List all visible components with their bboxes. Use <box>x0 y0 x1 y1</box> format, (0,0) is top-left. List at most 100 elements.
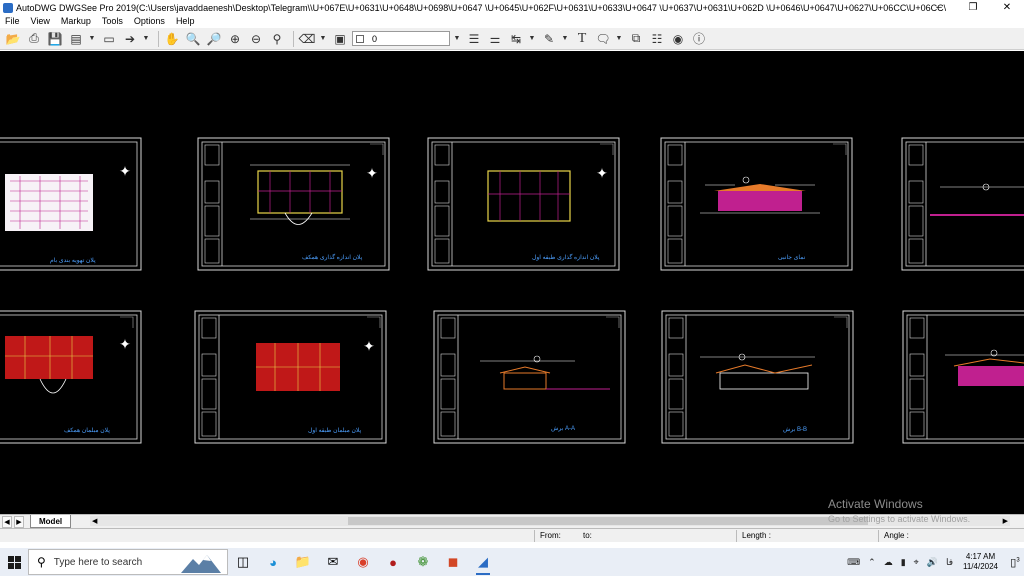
activation-watermark-title: Activate Windows <box>828 497 923 511</box>
task-view-icon[interactable]: ◫ <box>228 548 258 576</box>
zoom-realtime-icon[interactable]: 🔍 <box>184 30 202 48</box>
sheet-caption-side-elevation: نمای جانبی <box>778 255 806 261</box>
zoom-in-icon[interactable]: ⊕ <box>226 30 244 48</box>
activation-watermark-subtitle: Go to Settings to activate Windows. <box>828 514 971 524</box>
chevron-down-icon[interactable]: ▼ <box>615 30 623 48</box>
media-player-icon[interactable]: ● <box>378 548 408 576</box>
measure-icon[interactable]: ☷ <box>648 30 666 48</box>
powerpoint-icon[interactable]: ◼ <box>438 548 468 576</box>
sheet-dimension-plan-first[interactable]: ✦ <box>427 137 620 271</box>
sheet-roof-plan[interactable]: ✦ <box>0 137 142 271</box>
sheet-elevation-partial-top[interactable] <box>901 137 1024 271</box>
battery-icon[interactable]: ▮ <box>901 557 906 568</box>
menu-bar: File View Markup Tools Options Help <box>0 15 1024 27</box>
zoom-out-icon[interactable]: ⊖ <box>247 30 265 48</box>
windows-taskbar: ⚲ Type here to search ◫ ◕ 📁 ✉ ◉ ● ❁ ◼ ◢ … <box>0 548 1024 576</box>
sheet-section-b[interactable] <box>661 310 854 444</box>
print-icon[interactable]: ⎙ <box>25 30 43 48</box>
sheet-furniture-plan-ground-partial[interactable]: ✦ <box>0 310 142 444</box>
save-icon[interactable]: 💾 <box>46 30 64 48</box>
dwgsee-app-icon[interactable]: ◢ <box>468 548 498 576</box>
system-tray: ⌨ ⌃ ☁ ▮ ⌖ 🔊 فا 4:17 AM 11/4/2024 ▯3 <box>843 548 1024 576</box>
find-icon[interactable]: ◉ <box>669 30 687 48</box>
sheet-caption-furniture-first: پلان مبلمان طبقه اول <box>308 428 362 434</box>
menu-markup[interactable]: Markup <box>56 16 97 26</box>
scrollbar-thumb[interactable] <box>348 517 868 525</box>
maximize-button[interactable]: ❐ <box>956 0 990 15</box>
print-preview-icon[interactable]: ▤ <box>67 30 85 48</box>
scroll-right-icon[interactable]: ▶ <box>1003 517 1008 525</box>
app-icon <box>3 2 13 13</box>
monitor-icon[interactable]: ▭ <box>100 30 118 48</box>
menu-view[interactable]: View <box>26 16 56 26</box>
network-icon[interactable]: ⌖ <box>914 557 919 568</box>
sheet-furniture-plan-first[interactable]: ✦ <box>194 310 387 444</box>
toolbar-divider <box>158 30 159 47</box>
chevron-up-icon[interactable]: ⌃ <box>868 557 876 568</box>
pinned-app-icon[interactable]: ❁ <box>408 548 438 576</box>
volume-icon[interactable]: 🔊 <box>927 557 938 568</box>
sheet-caption-roof-plan: پلان تهویه بندی بام <box>50 258 96 264</box>
tab-prev-icon[interactable]: ◀ <box>2 515 12 528</box>
help-icon[interactable]: ⓘ <box>690 30 708 48</box>
tab-model[interactable]: Model <box>30 515 72 528</box>
comment-icon[interactable]: 🗨 <box>594 30 612 48</box>
lineweight-icon[interactable]: ⚌ <box>486 30 504 48</box>
input-language[interactable]: فا <box>946 557 953 568</box>
file-explorer-icon[interactable]: 📁 <box>288 548 318 576</box>
sheet-caption-dimension-first: پلان اندازه گذاری طبقه اول <box>532 255 600 261</box>
sheet-section-a[interactable] <box>433 310 626 444</box>
dimension-icon[interactable]: ↹ <box>507 30 525 48</box>
export-arrow-icon[interactable]: ➔ <box>121 30 139 48</box>
start-button[interactable] <box>0 548 28 576</box>
status-from-label: From: <box>540 531 561 540</box>
menu-file[interactable]: File <box>0 16 26 26</box>
taskbar-clock[interactable]: 4:17 AM 11/4/2024 <box>963 552 998 572</box>
sheet-caption-dimension-ground: پلان اندازه گذاری همکف <box>302 255 363 261</box>
close-button[interactable]: ✕ <box>990 0 1024 15</box>
main-toolbar: 📂 ⎙ 💾 ▤ ▼ ▭ ➔ ▼ ✋ 🔍 🔎 ⊕ ⊖ ⚲ ⌫ ▼ ▣ 0 ▼ ☰ … <box>0 28 1024 50</box>
windows-logo-icon <box>7 555 21 569</box>
cloud-icon[interactable]: ☁ <box>884 557 893 568</box>
compare-icon[interactable]: ⧉ <box>627 30 645 48</box>
svg-text:✦: ✦ <box>596 165 608 181</box>
chevron-down-icon[interactable]: ▼ <box>319 30 327 48</box>
keyboard-icon[interactable]: ⌨ <box>847 557 860 568</box>
chevron-down-icon[interactable]: ▼ <box>528 30 536 48</box>
menu-help[interactable]: Help <box>171 16 201 26</box>
chevron-down-icon[interactable]: ▼ <box>88 30 96 48</box>
tab-next-icon[interactable]: ▶ <box>14 515 24 528</box>
eraser-icon[interactable]: ⌫ <box>298 30 316 48</box>
pan-hand-icon[interactable]: ✋ <box>163 30 181 48</box>
scroll-left-icon[interactable]: ◀ <box>92 517 97 525</box>
chevron-down-icon[interactable]: ▼ <box>453 30 461 48</box>
chevron-down-icon[interactable]: ▼ <box>142 30 150 48</box>
sheet-elevation-partial-bottom[interactable] <box>902 310 1024 444</box>
zoom-extents-icon[interactable]: ⚲ <box>268 30 286 48</box>
edge-browser-icon[interactable]: ◕ <box>258 548 288 576</box>
status-to-label: to: <box>583 531 592 540</box>
layer-select[interactable]: 0 <box>352 31 450 46</box>
linetype-icon[interactable]: ☰ <box>465 30 483 48</box>
zoom-window-icon[interactable]: 🔎 <box>205 30 223 48</box>
minimize-button[interactable]: – <box>922 0 956 15</box>
text-icon[interactable]: T <box>573 30 591 48</box>
sheet-caption-furniture-ground: پلان مبلمان همکف <box>64 428 110 434</box>
sheet-dimension-plan-ground[interactable]: ✦ <box>197 137 390 271</box>
drawing-canvas[interactable]: ✦ ✦ ✦ ✦ ✦ پلان تهویه بندی بام پلان انداز… <box>0 51 1024 514</box>
menu-tools[interactable]: Tools <box>97 16 129 26</box>
status-angle-label: Angle : <box>884 531 909 540</box>
chrome-icon[interactable]: ◉ <box>348 548 378 576</box>
taskbar-search-box[interactable]: ⚲ Type here to search <box>28 549 228 575</box>
chevron-down-icon[interactable]: ▼ <box>561 30 569 48</box>
notification-center-icon[interactable]: ▯3 <box>1006 556 1024 569</box>
sheet-side-elevation[interactable] <box>660 137 853 271</box>
status-bar: From: to: Length : Angle : <box>0 528 1024 542</box>
menu-options[interactable]: Options <box>129 16 171 26</box>
status-divider <box>736 530 737 542</box>
pen-icon[interactable]: ✎ <box>540 30 558 48</box>
drawing-sheets: ✦ ✦ ✦ ✦ ✦ <box>0 137 1024 444</box>
layer-panel-icon[interactable]: ▣ <box>331 30 349 48</box>
open-folder-icon[interactable]: 📂 <box>4 30 22 48</box>
mail-icon[interactable]: ✉ <box>318 548 348 576</box>
